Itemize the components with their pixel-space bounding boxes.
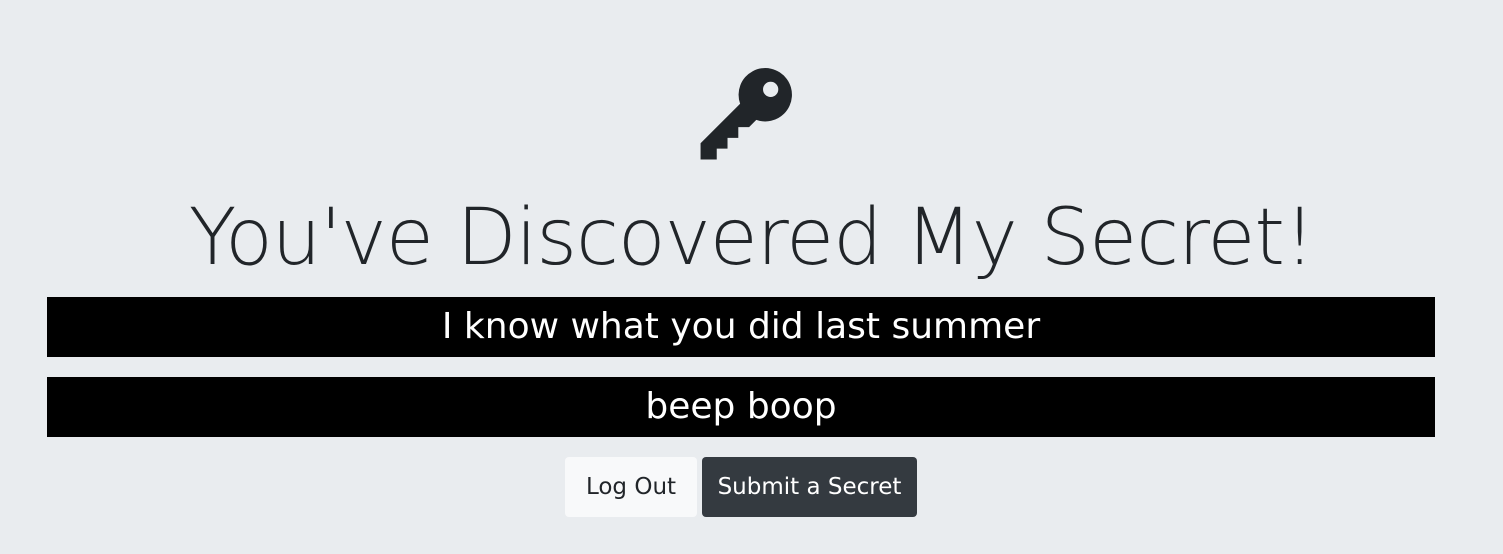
secret-text: beep boop	[47, 377, 1435, 437]
key-icon	[680, 58, 802, 180]
page-title: You've Discovered My Secret!	[188, 193, 1315, 283]
submit-secret-button[interactable]: Submit a Secret	[702, 457, 917, 517]
logout-button[interactable]: Log Out	[565, 457, 697, 517]
secret-text: I know what you did last summer	[47, 297, 1435, 357]
jumbotron: You've Discovered My Secret! I know what…	[0, 0, 1503, 554]
